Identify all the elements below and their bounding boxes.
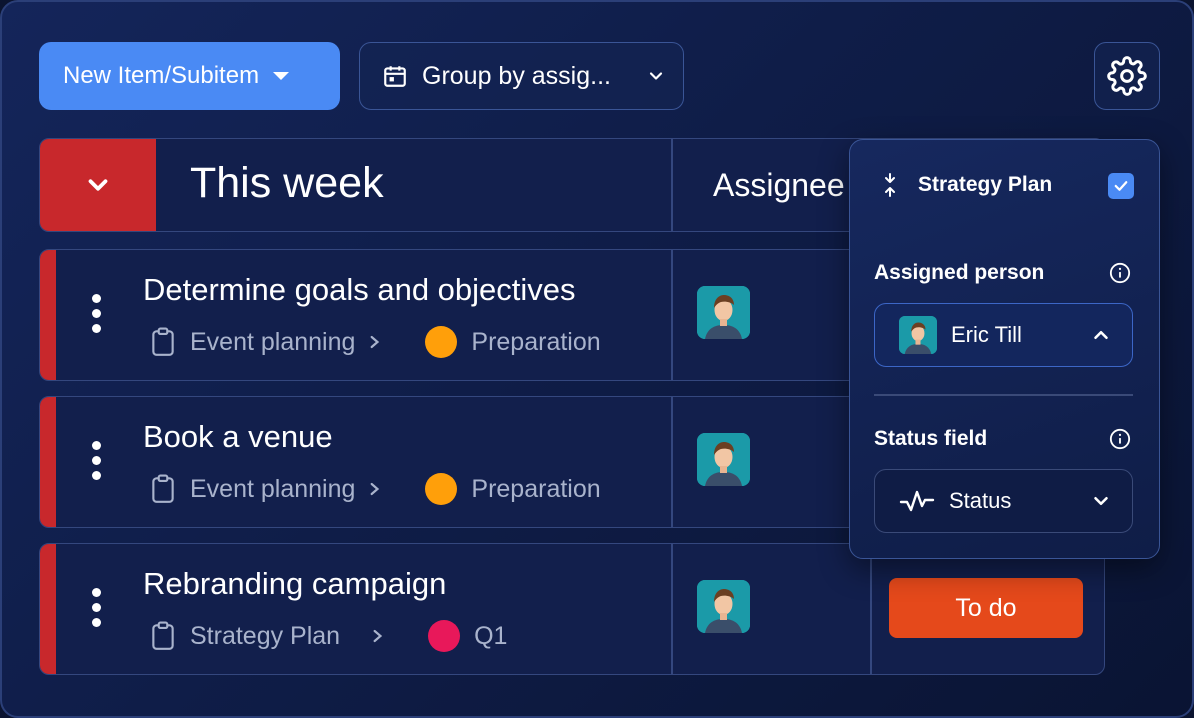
status-label: Q1	[474, 621, 508, 650]
column-divider	[671, 250, 673, 380]
assigned-person-label: Assigned person	[874, 261, 1045, 284]
more-options-icon[interactable]	[92, 294, 101, 333]
column-divider	[671, 139, 673, 231]
assigned-person-value: Eric Till	[951, 322, 1022, 347]
status-field-label: Status field	[874, 427, 988, 450]
project-link[interactable]: Event planning	[190, 475, 355, 504]
status-dot	[428, 620, 461, 652]
chevron-up-icon	[1094, 330, 1108, 340]
clipboard-icon	[152, 474, 174, 503]
status-field-select[interactable]: Status	[874, 469, 1133, 533]
assignee-avatar[interactable]	[697, 286, 750, 339]
app-window: New Item/Subitem Group by assig... This …	[0, 0, 1194, 718]
info-icon[interactable]	[1109, 262, 1131, 284]
caret-down-icon	[273, 72, 290, 80]
strategy-plan-checkbox[interactable]	[1108, 173, 1134, 199]
avatar	[899, 316, 937, 354]
table-row[interactable]: Rebranding campaign Strategy Plan Q1 To …	[39, 543, 1105, 675]
group-color-stripe	[40, 250, 56, 380]
more-options-icon[interactable]	[92, 441, 101, 480]
popover-title: Strategy Plan	[918, 173, 1053, 196]
group-title: This week	[190, 159, 384, 207]
item-title[interactable]: Book a venue	[143, 419, 333, 455]
chevron-down-icon	[1094, 496, 1108, 506]
info-icon[interactable]	[1109, 428, 1131, 450]
column-header-assignee[interactable]: Assignee	[713, 167, 845, 204]
status-dot	[425, 326, 458, 358]
status-badge-todo[interactable]: To do	[889, 578, 1083, 638]
gear-icon	[1107, 56, 1147, 96]
item-title[interactable]: Determine goals and objectives	[143, 272, 576, 308]
new-item-button[interactable]: New Item/Subitem	[39, 42, 340, 110]
column-divider	[671, 397, 673, 527]
chevron-right-icon	[370, 482, 380, 496]
project-link[interactable]: Event planning	[190, 328, 355, 357]
column-divider	[671, 544, 673, 674]
assignee-avatar[interactable]	[697, 433, 750, 486]
column-divider	[870, 544, 872, 674]
chevron-down-icon	[649, 72, 663, 80]
clipboard-icon	[152, 327, 174, 356]
item-meta: Event planning Preparation	[150, 473, 601, 505]
group-color-stripe	[40, 397, 56, 527]
status-label: Preparation	[471, 474, 601, 503]
chevron-down-icon	[88, 179, 108, 191]
popover-header: Strategy Plan	[882, 172, 1052, 198]
item-title[interactable]: Rebranding campaign	[143, 566, 446, 602]
new-item-label: New Item/Subitem	[63, 62, 260, 89]
activity-icon	[899, 490, 935, 512]
assigned-person-select[interactable]: Eric Till	[874, 303, 1133, 367]
status-field-value: Status	[949, 488, 1012, 513]
assignee-avatar[interactable]	[697, 580, 750, 633]
more-options-icon[interactable]	[92, 588, 101, 627]
item-meta: Event planning Preparation	[150, 326, 601, 358]
group-by-label: Group by assig...	[422, 61, 611, 90]
divider	[874, 394, 1133, 396]
collapse-group-button[interactable]	[40, 139, 156, 231]
item-settings-popover: Strategy Plan Assigned person Eric Till …	[849, 139, 1160, 559]
collapse-arrows-icon	[885, 173, 895, 197]
check-icon	[1114, 181, 1128, 191]
project-link[interactable]: Strategy Plan	[190, 622, 340, 651]
item-meta: Strategy Plan Q1	[150, 620, 507, 652]
chevron-right-icon	[370, 335, 380, 349]
status-dot	[425, 473, 458, 505]
group-color-stripe	[40, 544, 56, 674]
clipboard-icon	[152, 621, 174, 650]
calendar-icon	[384, 66, 406, 87]
chevron-right-icon	[373, 629, 383, 643]
settings-button[interactable]	[1094, 42, 1160, 110]
status-label: Preparation	[471, 327, 601, 356]
group-by-dropdown[interactable]: Group by assig...	[359, 42, 684, 110]
